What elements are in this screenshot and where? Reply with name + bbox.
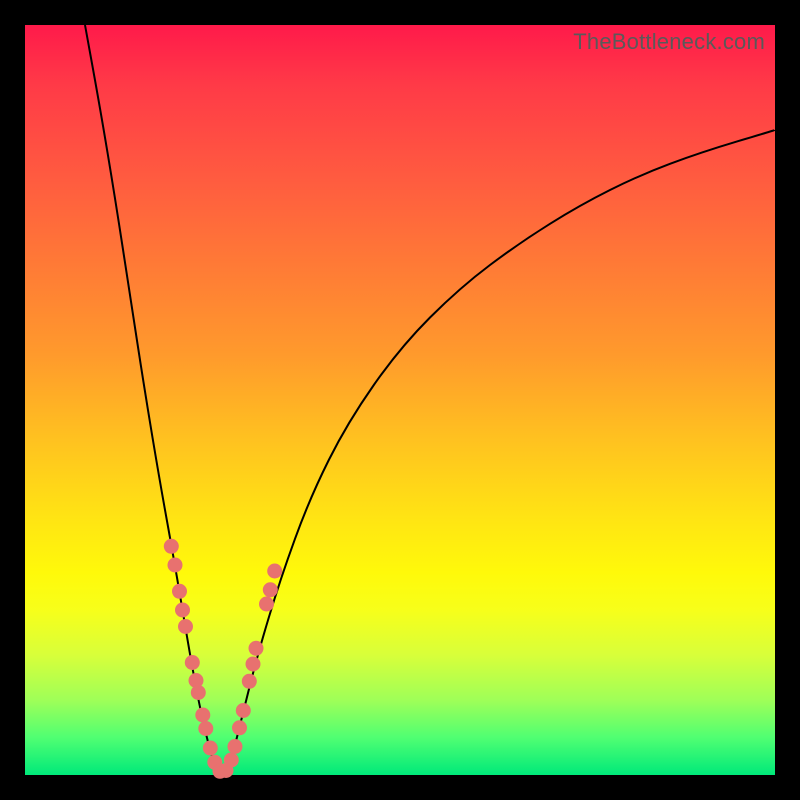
data-point [236,703,251,718]
data-point [185,655,200,670]
data-point [195,708,210,723]
data-point [175,603,190,618]
chart-frame: TheBottleneck.com [0,0,800,800]
data-point [172,584,187,599]
plot-area: TheBottleneck.com [25,25,775,775]
data-point [249,641,264,656]
dots-group [164,539,282,779]
curve-right-branch [220,130,775,775]
data-point [178,619,193,634]
chart-svg [25,25,775,775]
data-point [203,741,218,756]
data-point [198,721,213,736]
data-point [164,539,179,554]
data-point [267,564,282,579]
data-point [232,720,247,735]
data-point [263,582,278,597]
data-point [228,739,243,754]
data-point [259,597,274,612]
data-point [242,674,257,689]
data-point [224,753,239,768]
data-point [168,558,183,573]
data-point [246,657,261,672]
data-point [191,685,206,700]
